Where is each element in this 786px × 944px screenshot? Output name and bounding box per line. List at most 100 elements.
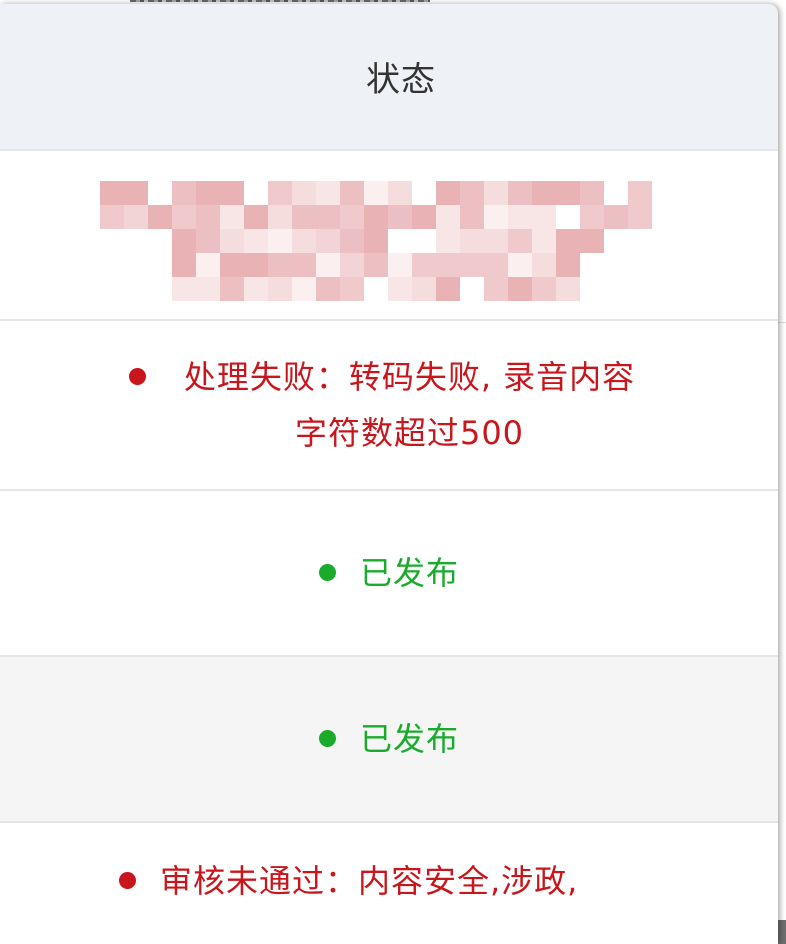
redaction-pixel: [532, 253, 556, 277]
redaction-pixel: [436, 253, 460, 277]
redaction-pixel: [196, 253, 220, 277]
redaction-pixel: [316, 229, 340, 253]
redaction-pixel: [172, 277, 196, 301]
redaction-pixel: [532, 277, 556, 301]
redaction-pixel: [292, 253, 316, 277]
redaction-pixel: [580, 205, 604, 229]
redaction-pixel: [172, 229, 196, 253]
table-row: 已发布: [0, 491, 778, 657]
status-text: 处理失败：转码失败, 录音内容字符数超过500: [183, 358, 636, 452]
redaction-pixel: [172, 253, 196, 277]
redaction-pixel: [460, 229, 484, 253]
redaction-pixel: [124, 181, 148, 205]
redaction-pixel: [436, 229, 460, 253]
status-text: 已发布: [359, 720, 459, 758]
redaction-pixel: [100, 181, 124, 205]
redaction-pixel: [628, 205, 652, 229]
status-cell: 已发布: [318, 545, 459, 601]
redaction-pixel: [364, 229, 388, 253]
redaction-pixel: [484, 229, 508, 253]
redaction-pixel: [316, 181, 340, 205]
redaction-pixel: [100, 205, 124, 229]
status-text: 审核未通过：内容安全,涉政,: [160, 862, 579, 900]
redaction-pixel: [292, 181, 316, 205]
redaction-pixel: [604, 205, 628, 229]
redaction-pixel: [268, 205, 292, 229]
redaction-pixel: [484, 277, 508, 301]
redaction-pixel: [244, 277, 268, 301]
redaction-pixel: [388, 277, 412, 301]
obscured-text: [130, 0, 430, 2]
redaction-pixel: [196, 181, 220, 205]
redaction-pixel: [388, 253, 412, 277]
redaction-pixel: [580, 229, 604, 253]
redaction-pixel: [292, 205, 316, 229]
redaction-pixel: [388, 205, 412, 229]
redaction-pixel: [508, 277, 532, 301]
redaction-pixel: [460, 205, 484, 229]
redaction-pixel: [532, 181, 556, 205]
redaction-pixel: [220, 181, 244, 205]
status-cell: 处理失败：转码失败, 录音内容字符数超过500: [129, 349, 649, 461]
redaction-pixel: [220, 229, 244, 253]
status-cell: 已发布: [318, 711, 459, 767]
redaction-pixel: [436, 277, 460, 301]
redaction-pixel: [172, 181, 196, 205]
redaction-pixel: [340, 205, 364, 229]
redaction-pixel: [340, 253, 364, 277]
table-row: 处理失败：转码失败, 录音内容字符数超过500: [0, 321, 778, 491]
redaction-pixel: [532, 229, 556, 253]
redaction-pixel: [412, 205, 436, 229]
redaction-pixel: [244, 229, 268, 253]
redaction-pixel: [580, 181, 604, 205]
redaction-pixel: [364, 205, 388, 229]
redaction-pixel: [244, 253, 268, 277]
redaction-pixel: [460, 253, 484, 277]
redaction-pixel: [532, 205, 556, 229]
status-table-panel: 状态 处理失败：转码失败, 录音内容字符数超过500 已发布 已发布 审核未通过…: [0, 4, 778, 944]
redaction-pixel: [268, 277, 292, 301]
column-header-status: 状态: [366, 60, 436, 100]
table-row: [0, 151, 778, 321]
redaction-pixel: [556, 229, 580, 253]
status-table: 状态 处理失败：转码失败, 录音内容字符数超过500 已发布 已发布 审核未通过…: [0, 4, 778, 944]
redaction-pixel: [388, 181, 412, 205]
redaction-pixel: [460, 181, 484, 205]
redaction-pixel: [268, 181, 292, 205]
status-dot-icon: [318, 730, 336, 747]
redaction-pixel: [196, 277, 220, 301]
redaction-pixel: [316, 277, 340, 301]
redaction-pixel: [316, 205, 340, 229]
background-divider: [778, 322, 786, 323]
redaction-pixel: [364, 253, 388, 277]
redaction-pixel: [124, 205, 148, 229]
redaction-pixel: [556, 277, 580, 301]
redaction-pixel: [244, 205, 268, 229]
redaction-pixel: [556, 181, 580, 205]
redaction-pixel: [292, 229, 316, 253]
table-row: 审核未通过：内容安全,涉政,: [0, 823, 778, 944]
status-dot-icon: [318, 564, 336, 581]
redaction-pixel: [628, 181, 652, 205]
status-text: 已发布: [359, 554, 459, 592]
redaction-pixel: [508, 253, 532, 277]
status-dot-icon: [129, 368, 146, 385]
redaction-pixel: [364, 181, 388, 205]
redaction-pixel: [220, 205, 244, 229]
redaction-pixel: [316, 253, 340, 277]
redaction-pixel: [220, 277, 244, 301]
redaction-pixel: [196, 229, 220, 253]
redaction-pixel: [484, 205, 508, 229]
redaction-pixel: [412, 277, 436, 301]
redaction-pixel: [508, 181, 532, 205]
redaction-pixel: [436, 181, 460, 205]
table-header: 状态: [0, 4, 778, 151]
table-row: 已发布: [0, 657, 778, 823]
redacted-content: [100, 181, 652, 301]
redaction-pixel: [508, 205, 532, 229]
redaction-pixel: [436, 205, 460, 229]
status-dot-icon: [119, 872, 136, 889]
redaction-pixel: [268, 229, 292, 253]
redaction-pixel: [340, 229, 364, 253]
status-cell: 审核未通过：内容安全,涉政,: [119, 853, 659, 909]
